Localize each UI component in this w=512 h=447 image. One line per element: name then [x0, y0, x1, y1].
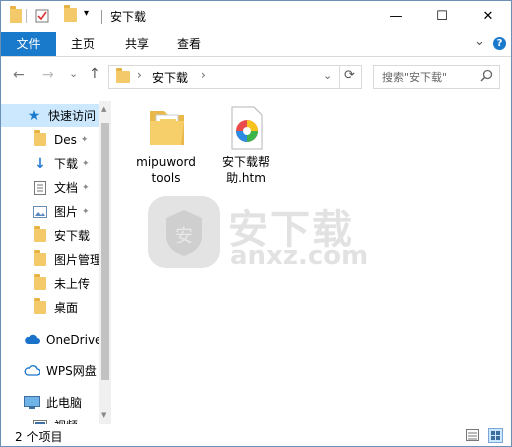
details-view-button[interactable] [466, 429, 479, 444]
minimize-button[interactable]: — [373, 1, 419, 32]
nav-label: 未上传 [54, 277, 91, 291]
download-icon: ↓ [34, 155, 46, 172]
watermark-badge: 安 [175, 226, 193, 247]
title-bar: ▾ 安下载 — ☐ ✕ [1, 1, 511, 32]
breadcrumb-separator[interactable]: › [201, 68, 206, 82]
ribbon-tabs: 文件 主页 共享 查看 ⌄ ? [1, 32, 511, 57]
nav-label: 文档 [54, 181, 79, 195]
folder-icon [32, 130, 48, 148]
search-placeholder: 搜索"安下载" [382, 71, 448, 84]
nav-label: OneDrive [46, 332, 99, 347]
tab-share[interactable]: 共享 [115, 32, 159, 56]
tab-home[interactable]: 主页 [61, 32, 105, 56]
window-title: 安下载 [110, 10, 147, 24]
nav-label: 快速访问 [48, 109, 97, 123]
document-icon [32, 180, 48, 196]
scrollbar-thumb[interactable] [101, 123, 109, 380]
nav-label: 视频 [54, 417, 78, 424]
search-icon[interactable] [480, 69, 493, 85]
folder-icon [116, 68, 130, 86]
folder-icon [10, 6, 22, 25]
close-button[interactable]: ✕ [465, 1, 511, 32]
nav-label: 此电脑 [46, 396, 83, 410]
toolbar-divider [26, 9, 27, 23]
large-icons-view-button[interactable] [488, 428, 503, 443]
htm-file-icon [222, 105, 270, 151]
up-button[interactable]: ↑ [89, 66, 101, 82]
forward-button[interactable]: → [42, 67, 54, 83]
nav-item-desktop[interactable]: 桌面 [1, 296, 99, 319]
nav-label: 安下载 [54, 229, 91, 243]
nav-label: 图片 [54, 205, 79, 219]
watermark-domain: anxz.com [230, 241, 369, 271]
address-divider [339, 66, 340, 88]
nav-label: WPS网盘 [46, 364, 97, 378]
breadcrumb-separator[interactable]: › [137, 68, 142, 82]
search-input[interactable]: 搜索"安下载" [373, 65, 500, 89]
nav-label: Des [54, 132, 77, 147]
nav-item-quick-access[interactable]: ★ 快速访问 [1, 104, 99, 127]
tab-file[interactable]: 文件 [1, 32, 56, 56]
nav-item-picture-manager[interactable]: 图片管理 [1, 248, 99, 271]
nav-label: 下载 [54, 157, 79, 171]
nav-item-videos[interactable]: 视频 [1, 414, 99, 424]
back-button[interactable]: ← [13, 67, 25, 83]
ribbon-collapse-icon[interactable]: ⌄ [474, 34, 485, 49]
file-name-line2: tools [151, 171, 181, 185]
folder-icon [142, 105, 190, 151]
file-list: 安 安下载 anxz.com mipuword tools 安下载帮 助.htm [112, 101, 511, 424]
computer-icon [24, 395, 40, 411]
nav-label: 图片管理 [54, 253, 99, 267]
folder-icon [32, 298, 48, 316]
picture-icon [32, 204, 48, 220]
refresh-button[interactable]: ⟳ [344, 68, 355, 83]
nav-scrollbar[interactable]: ▲ ▼ [99, 101, 111, 424]
address-dropdown-icon[interactable]: ⌄ [323, 69, 332, 82]
maximize-button[interactable]: ☐ [419, 1, 465, 32]
nav-item-wps-drive[interactable]: WPS网盘 [1, 359, 99, 382]
status-bar: 2 个项目 [1, 424, 511, 446]
file-name-line1: 安下载帮 [221, 155, 270, 169]
nav-item-not-uploaded[interactable]: 未上传 [1, 272, 99, 295]
scroll-up-arrow[interactable]: ▲ [101, 105, 106, 113]
help-icon[interactable]: ? [493, 37, 506, 50]
item-count: 2 个项目 [15, 430, 63, 444]
breadcrumb-item[interactable]: 安下载 [152, 69, 188, 86]
customize-toolbar-icon[interactable]: ▾ [84, 8, 89, 19]
nav-item-this-pc[interactable]: 此电脑 [1, 391, 99, 414]
recent-locations-button[interactable]: ⌄ [69, 67, 78, 80]
navigation-pane: ★ 快速访问 Des ✦ ↓ 下载 ✦ 文档 ✦ 图片 ✦ 安下载 图片管理 未… [1, 101, 111, 424]
folder-icon [32, 226, 48, 244]
file-item-folder[interactable]: mipuword tools [126, 105, 206, 186]
pin-icon: ✦ [80, 134, 89, 145]
nav-item-pictures[interactable]: 图片 ✦ [1, 200, 99, 223]
address-bar[interactable]: › 安下载 › ⌄ ⟳ [108, 65, 362, 89]
nav-item-downloads[interactable]: ↓ 下载 ✦ [1, 152, 99, 175]
folder-icon [32, 274, 48, 292]
new-folder-icon[interactable] [64, 5, 77, 24]
file-name-line1: mipuword [136, 155, 196, 169]
file-name-line2: 助.htm [226, 171, 266, 185]
watermark-logo: 安 [148, 196, 220, 268]
nav-item-onedrive[interactable]: OneDrive [1, 328, 99, 351]
cloud-outline-icon [24, 363, 40, 379]
scroll-down-arrow[interactable]: ▼ [101, 411, 106, 419]
properties-icon[interactable] [34, 8, 50, 24]
star-icon: ★ [27, 107, 41, 124]
nav-item-anxz[interactable]: 安下载 [1, 224, 99, 247]
folder-icon [32, 250, 48, 268]
explorer-window: ▾ 安下载 — ☐ ✕ 文件 主页 共享 查看 ⌄ ? ← → ⌄ ↑ › 安下… [0, 0, 512, 447]
tab-view[interactable]: 查看 [167, 32, 211, 56]
nav-label: 桌面 [54, 301, 79, 315]
nav-item-desktop-pinned[interactable]: Des ✦ [1, 128, 99, 151]
file-item-htm[interactable]: 安下载帮 助.htm [206, 105, 286, 186]
pin-icon: ✦ [82, 206, 90, 217]
cloud-icon [24, 332, 40, 348]
pin-icon: ✦ [82, 158, 90, 169]
pin-icon: ✦ [82, 182, 90, 193]
nav-item-documents[interactable]: 文档 ✦ [1, 176, 99, 199]
title-divider [101, 10, 102, 24]
